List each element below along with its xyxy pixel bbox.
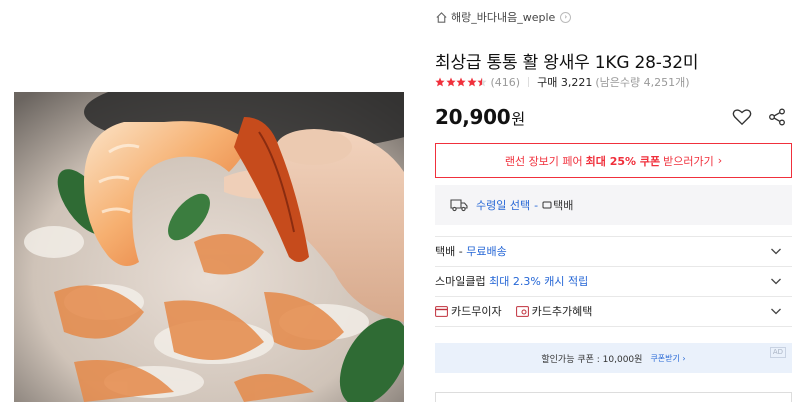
divider bbox=[528, 77, 530, 87]
star-half-icon bbox=[477, 77, 487, 87]
card-interest-free-label: 카드무이자 bbox=[451, 305, 502, 318]
shipping-label: 택배 - bbox=[435, 245, 463, 258]
chevron-down-icon[interactable] bbox=[770, 245, 782, 257]
divider bbox=[435, 326, 792, 327]
shipping-row[interactable]: 택배 - 무료배송 bbox=[435, 237, 792, 265]
chevron-down-icon[interactable] bbox=[770, 305, 782, 317]
product-info-panel: 해랑_바다내음_weple › 최상급 통통 활 왕새우 1KG 28-32미 … bbox=[435, 0, 792, 402]
shipping-value: 무료배송 bbox=[466, 245, 507, 258]
price: 20,900 bbox=[435, 105, 511, 129]
card-extra-benefit-button[interactable]: 카드추가혜택 bbox=[515, 303, 593, 319]
home-icon bbox=[436, 11, 447, 23]
ad-coupon-link[interactable]: 쿠폰받기 › bbox=[650, 353, 685, 364]
ad-coupon-text: 할인가능 쿠폰 : 10,000원 bbox=[541, 354, 643, 365]
coupon-prefix: 랜선 장보기 페어 bbox=[504, 154, 583, 168]
coupon-banner-button[interactable]: 랜선 장보기 페어 최대 25% 쿠폰 받으러가기 › bbox=[435, 143, 792, 178]
delivery-date-label[interactable]: 수령일 선택 bbox=[476, 197, 530, 213]
coupon-highlight: 최대 25% 쿠폰 bbox=[585, 154, 661, 168]
star-icon bbox=[445, 77, 456, 87]
card-interest-free-button[interactable]: 카드무이자 bbox=[435, 303, 502, 319]
seller-link[interactable]: 해랑_바다내음_weple › bbox=[435, 9, 572, 25]
coupon-suffix: 받으러가기 bbox=[663, 154, 714, 168]
card-benefits-row: 카드무이자 카드추가혜택 bbox=[435, 297, 792, 325]
heart-icon[interactable] bbox=[732, 108, 752, 126]
star-rating[interactable] bbox=[435, 77, 488, 87]
chevron-right-icon: › bbox=[717, 154, 723, 167]
delivery-type: 택배 bbox=[542, 197, 573, 213]
review-count[interactable]: (416) bbox=[491, 76, 521, 89]
star-icon bbox=[456, 77, 466, 87]
truck-icon bbox=[450, 199, 468, 212]
seller-name[interactable]: 해랑_바다내음_weple bbox=[451, 9, 555, 25]
smileclub-value: 최대 2.3% 캐시 적립 bbox=[489, 275, 589, 288]
chevron-down-icon[interactable] bbox=[770, 275, 782, 287]
card-benefit-icon bbox=[515, 305, 529, 317]
price-unit: 원 bbox=[511, 110, 526, 128]
smileclub-label: 스마일클럽 bbox=[435, 275, 486, 288]
card-extra-benefit-label: 카드추가혜택 bbox=[531, 305, 593, 318]
credit-card-icon bbox=[435, 305, 448, 317]
price-row: 20,900원 bbox=[435, 105, 792, 129]
delivery-separator: - bbox=[534, 198, 539, 212]
product-image[interactable] bbox=[0, 0, 420, 402]
package-icon bbox=[542, 201, 552, 209]
coupon-ad-banner[interactable]: 할인가능 쿠폰 : 10,000원 쿠폰받기 › AD bbox=[435, 343, 792, 373]
ad-badge: AD bbox=[769, 347, 786, 358]
delivery-type-label: 택배 bbox=[553, 199, 574, 212]
remaining-stock: (남은수량 4,251개) bbox=[595, 76, 690, 89]
seller-arrow-icon[interactable]: › bbox=[560, 11, 572, 23]
star-icon bbox=[435, 77, 445, 87]
share-icon[interactable] bbox=[768, 108, 786, 126]
rating-row: (416) 구매 3,221 (남은수량 4,251개) bbox=[435, 75, 690, 89]
purchase-count: 구매 3,221 bbox=[537, 76, 593, 89]
shrimp-photo bbox=[14, 92, 404, 402]
product-title: 최상급 통통 활 왕새우 1KG 28-32미 bbox=[435, 53, 699, 73]
delivery-selector[interactable]: 수령일 선택 - 택배 bbox=[435, 185, 792, 225]
smileclub-row[interactable]: 스마일클럽 최대 2.3% 캐시 적립 bbox=[435, 267, 792, 295]
star-icon bbox=[466, 77, 477, 87]
option-select-box[interactable] bbox=[435, 392, 792, 402]
